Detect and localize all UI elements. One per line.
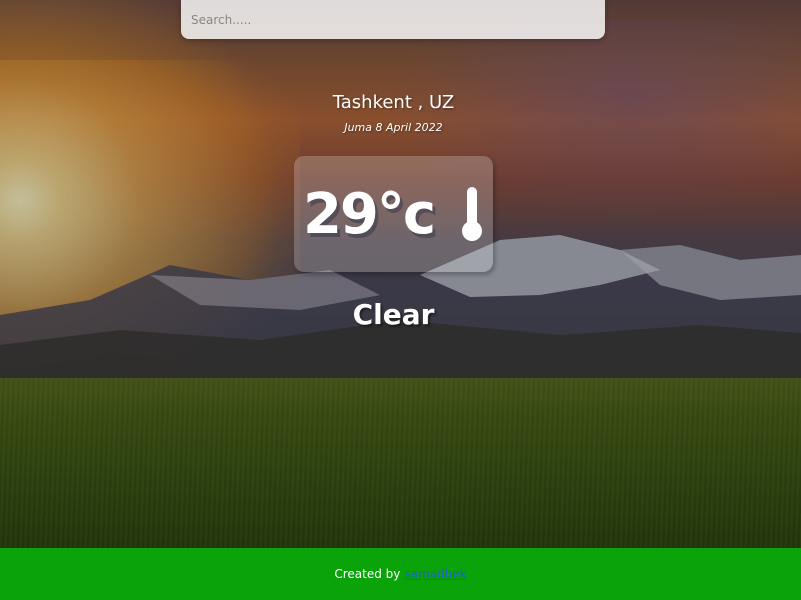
temperature-value: 29°c xyxy=(302,181,436,247)
date-label: Juma 8 April 2022 xyxy=(344,121,443,134)
footer: Created by samadbek xyxy=(0,548,801,600)
weather-app: Tashkent , UZ Juma 8 April 2022 29°c Cle… xyxy=(0,0,801,600)
background-shade xyxy=(0,0,801,548)
thermometer-icon xyxy=(460,185,484,243)
weather-condition: Clear xyxy=(352,298,435,331)
author-link[interactable]: samadbek xyxy=(404,567,466,581)
location-label: Tashkent , UZ xyxy=(332,92,455,113)
search-input[interactable] xyxy=(181,0,605,39)
footer-credit-text: Created by xyxy=(334,567,401,581)
temperature-card: 29°c xyxy=(294,156,493,272)
